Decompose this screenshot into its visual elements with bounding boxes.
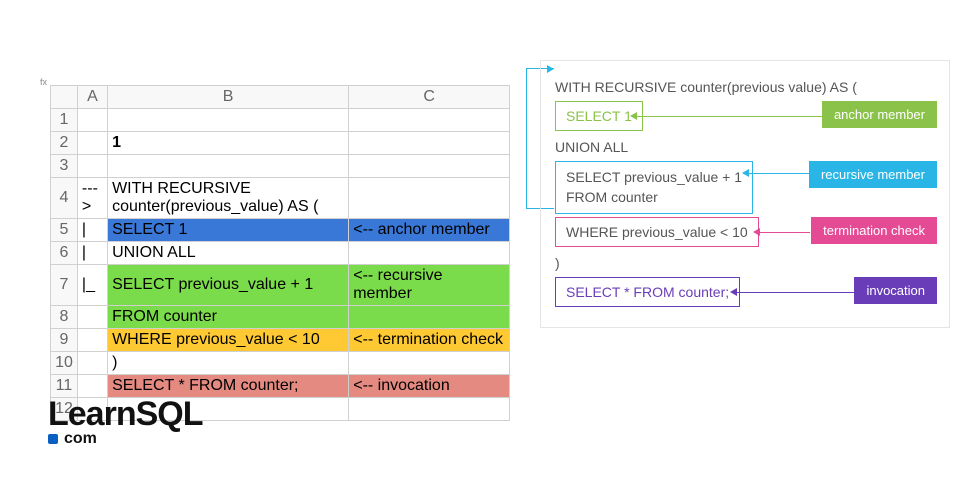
col-header-a: A bbox=[77, 86, 107, 109]
cell-pipe: | bbox=[77, 219, 107, 242]
table-row: 2 1 bbox=[51, 132, 510, 155]
cell-sql-recursive: SELECT previous_value + 1 bbox=[108, 265, 349, 306]
cell bbox=[349, 109, 510, 132]
arrow-icon bbox=[730, 288, 737, 296]
table-row: 8 FROM counter bbox=[51, 306, 510, 329]
cell bbox=[349, 306, 510, 329]
row-header: 9 bbox=[51, 329, 78, 352]
cell bbox=[108, 109, 349, 132]
cell bbox=[349, 155, 510, 178]
learnsql-logo: LearnSQL com bbox=[48, 395, 202, 448]
logo-sub-label: com bbox=[64, 430, 97, 447]
row-header: 1 bbox=[51, 109, 78, 132]
cell-value-one: 1 bbox=[108, 132, 349, 155]
arrow-line bbox=[737, 292, 855, 293]
recursive-box-line1: SELECT previous_value + 1 bbox=[566, 169, 742, 185]
table-row: 9 WHERE previous_value < 10 <-- terminat… bbox=[51, 329, 510, 352]
arrow-icon bbox=[753, 228, 760, 236]
with-recursive-line: WITH RECURSIVE counter(previous value) A… bbox=[555, 79, 935, 95]
close-paren-line: ) bbox=[555, 255, 935, 271]
cell bbox=[77, 132, 107, 155]
logo-main-text: LearnSQL bbox=[48, 395, 202, 434]
cell-note: <-- termination check bbox=[349, 329, 510, 352]
row-header: 5 bbox=[51, 219, 78, 242]
termination-box: WHERE previous_value < 10 bbox=[555, 217, 759, 247]
row-header: 2 bbox=[51, 132, 78, 155]
table-row: 7 |_ SELECT previous_value + 1 <-- recur… bbox=[51, 265, 510, 306]
cell bbox=[77, 155, 107, 178]
row-header: 6 bbox=[51, 242, 78, 265]
termination-label: termination check bbox=[811, 217, 937, 244]
arrow-line bbox=[760, 232, 810, 233]
cell-pipe: |_ bbox=[77, 265, 107, 306]
arrow-icon bbox=[630, 112, 637, 120]
table-row: 5 | SELECT 1 <-- anchor member bbox=[51, 219, 510, 242]
invocation-box: SELECT * FROM counter; bbox=[555, 277, 740, 307]
table-row: 1 bbox=[51, 109, 510, 132]
arrow-icon bbox=[742, 169, 749, 177]
cell-note: <-- anchor member bbox=[349, 219, 510, 242]
row-header: 10 bbox=[51, 352, 78, 375]
sql-diagram: WITH RECURSIVE counter(previous value) A… bbox=[540, 60, 950, 328]
recursive-box-line2: FROM counter bbox=[566, 189, 658, 205]
cell bbox=[77, 329, 107, 352]
table-row: 4 ---> WITH RECURSIVE counter(previous_v… bbox=[51, 178, 510, 219]
col-header-c: C bbox=[349, 86, 510, 109]
spreadsheet-grid: A B C 1 2 1 3 4 ---> WITH RECURSIVE coun… bbox=[50, 85, 510, 421]
arrow-line bbox=[637, 116, 825, 117]
row-header: 3 bbox=[51, 155, 78, 178]
cell bbox=[349, 398, 510, 421]
table-row: 3 bbox=[51, 155, 510, 178]
cell bbox=[77, 352, 107, 375]
col-header-b: B bbox=[108, 86, 349, 109]
recursive-box: SELECT previous_value + 1 FROM counter bbox=[555, 161, 753, 214]
table-row: 10 ) bbox=[51, 352, 510, 375]
cell bbox=[108, 155, 349, 178]
cell-sql-close: ) bbox=[108, 352, 349, 375]
row-header: 7 bbox=[51, 265, 78, 306]
table-row: 6 | UNION ALL bbox=[51, 242, 510, 265]
cell bbox=[349, 132, 510, 155]
formula-bar-label: fx bbox=[40, 77, 47, 87]
invocation-label: invocation bbox=[854, 277, 937, 304]
cell-sql-from: FROM counter bbox=[108, 306, 349, 329]
cell bbox=[77, 109, 107, 132]
cell-sql: WITH RECURSIVE counter(previous_value) A… bbox=[108, 178, 349, 219]
cell-sql-anchor: SELECT 1 bbox=[108, 219, 349, 242]
union-all-line: UNION ALL bbox=[555, 139, 935, 155]
cell-arrow: ---> bbox=[77, 178, 107, 219]
cell bbox=[349, 178, 510, 219]
logo-dot-icon bbox=[48, 434, 58, 444]
spreadsheet-view: fx A B C 1 2 1 3 4 ---> WITH bbox=[50, 85, 510, 421]
row-header: 8 bbox=[51, 306, 78, 329]
cell-sql-where: WHERE previous_value < 10 bbox=[108, 329, 349, 352]
cell-pipe: | bbox=[77, 242, 107, 265]
row-header: 4 bbox=[51, 178, 78, 219]
cell-note: <-- recursive member bbox=[349, 265, 510, 306]
cell-sql-union: UNION ALL bbox=[108, 242, 349, 265]
cell bbox=[349, 242, 510, 265]
cell bbox=[349, 352, 510, 375]
recursive-label: recursive member bbox=[809, 161, 937, 188]
cell bbox=[77, 306, 107, 329]
arrow-line bbox=[749, 173, 809, 174]
cell-note: <-- invocation bbox=[349, 375, 510, 398]
corner-cell bbox=[51, 86, 78, 109]
anchor-label: anchor member bbox=[822, 101, 937, 128]
